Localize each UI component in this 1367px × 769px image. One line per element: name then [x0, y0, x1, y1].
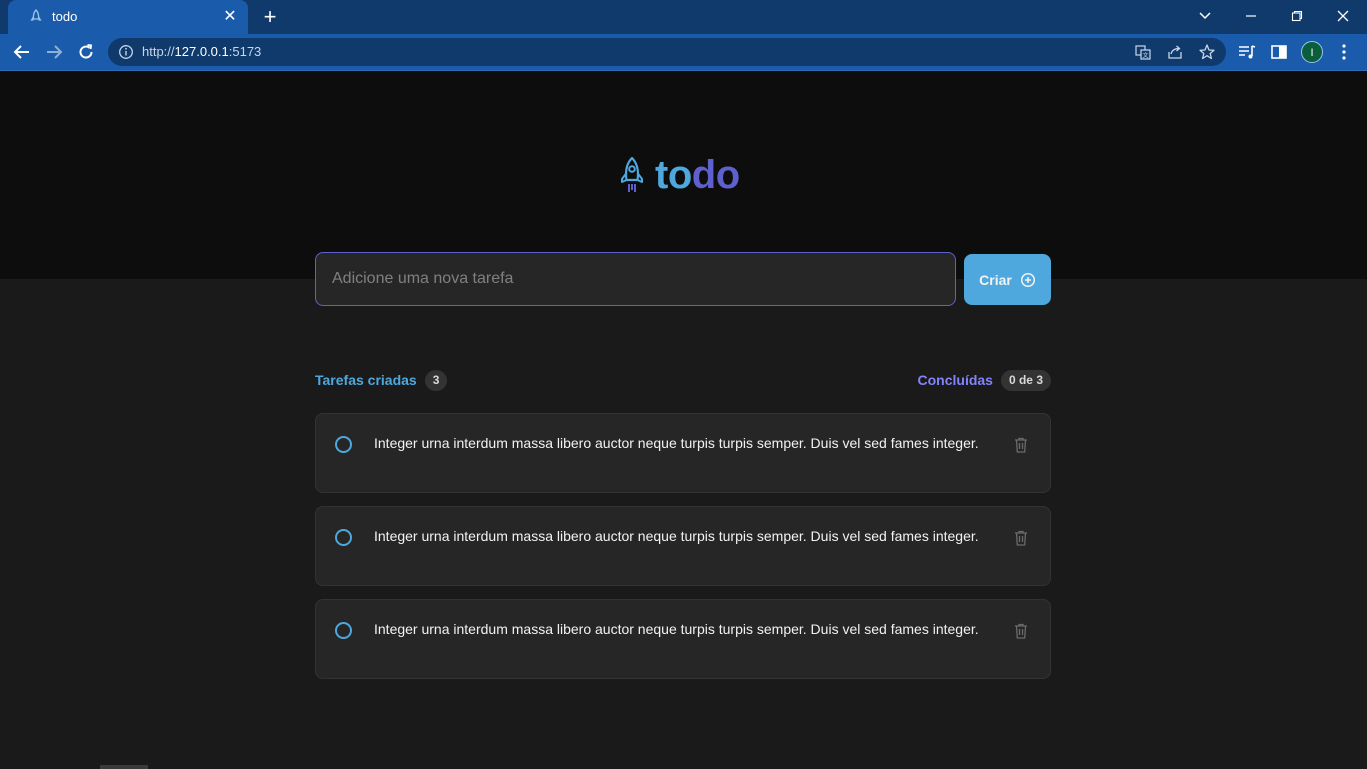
rocket-icon — [621, 156, 643, 192]
created-counter: Tarefas criadas 3 — [315, 369, 448, 391]
task-checkbox[interactable] — [335, 436, 352, 453]
app-logo: todo — [619, 153, 740, 198]
svg-text:文: 文 — [1142, 52, 1148, 60]
created-count-badge: 3 — [424, 369, 448, 391]
url-host: 127.0.0.1 — [174, 44, 229, 59]
create-button-label: Criar — [979, 271, 1012, 288]
restore-icon[interactable] — [1283, 4, 1311, 28]
logo-do: do — [691, 152, 740, 197]
minimize-icon[interactable] — [1237, 4, 1265, 28]
browser-tab[interactable]: todo ✕ — [8, 0, 248, 34]
plus-circle-icon — [1020, 272, 1035, 287]
task-checkbox[interactable] — [335, 622, 352, 639]
forward-icon[interactable] — [42, 40, 66, 64]
tab-title: todo — [52, 9, 78, 24]
logo-wordmark: todo — [655, 153, 740, 198]
share-icon[interactable] — [1166, 43, 1184, 61]
task-item: Integer urna interdum massa libero aucto… — [315, 599, 1051, 679]
reload-icon[interactable] — [74, 40, 98, 64]
task-item: Integer urna interdum massa libero aucto… — [315, 413, 1051, 493]
trash-icon[interactable] — [1013, 622, 1029, 640]
url-scheme: http:// — [142, 44, 175, 59]
create-button[interactable]: Criar — [964, 254, 1051, 305]
created-label: Tarefas criadas — [315, 372, 417, 388]
new-task-input[interactable] — [315, 252, 956, 306]
menu-dots-icon[interactable] — [1333, 41, 1355, 63]
task-item: Integer urna interdum massa libero aucto… — [315, 506, 1051, 586]
task-checkbox[interactable] — [335, 529, 352, 546]
task-text: Integer urna interdum massa libero aucto… — [374, 528, 979, 544]
translate-icon[interactable]: 文 — [1134, 43, 1152, 61]
task-text: Integer urna interdum massa libero aucto… — [374, 621, 979, 637]
back-icon[interactable] — [10, 40, 34, 64]
browser-toolbar: http://127.0.0.1:5173 文 I — [0, 34, 1367, 70]
done-count-badge: 0 de 3 — [1000, 369, 1051, 391]
tab-close-icon[interactable]: ✕ — [220, 7, 240, 27]
media-control-icon[interactable] — [1236, 41, 1258, 63]
url-text[interactable]: http://127.0.0.1:5173 — [142, 44, 261, 59]
tab-search-icon[interactable] — [1191, 4, 1219, 28]
done-counter: Concluídas 0 de 3 — [917, 369, 1051, 391]
address-bar[interactable]: http://127.0.0.1:5173 文 — [108, 38, 1226, 66]
side-panel-icon[interactable] — [1268, 41, 1290, 63]
profile-avatar[interactable]: I — [1301, 41, 1323, 63]
browser-tab-bar: todo ✕ + — [0, 0, 1367, 34]
url-port: :5173 — [228, 44, 262, 59]
close-window-icon[interactable] — [1329, 4, 1357, 28]
rocket-icon — [30, 9, 42, 21]
bookmark-star-icon[interactable] — [1198, 43, 1216, 61]
logo-to: to — [655, 152, 692, 197]
task-text: Integer urna interdum massa libero aucto… — [374, 435, 979, 451]
trash-icon[interactable] — [1013, 529, 1029, 547]
trash-icon[interactable] — [1013, 436, 1029, 454]
horizontal-scrollbar[interactable] — [100, 765, 148, 769]
new-tab-button[interactable]: + — [258, 5, 282, 29]
info-icon[interactable] — [118, 44, 134, 60]
done-label: Concluídas — [917, 372, 993, 388]
